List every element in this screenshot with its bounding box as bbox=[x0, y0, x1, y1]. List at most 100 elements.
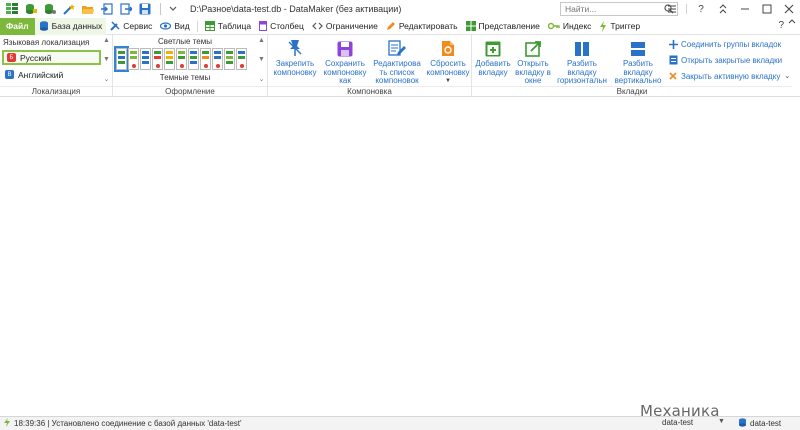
help-button[interactable]: ? bbox=[778, 20, 784, 31]
theme-swatch[interactable] bbox=[212, 48, 223, 70]
floppy-icon bbox=[337, 37, 353, 57]
ru-flag-icon: Б bbox=[7, 53, 16, 62]
minimize-button[interactable] bbox=[734, 0, 756, 18]
theme-swatch[interactable] bbox=[128, 48, 139, 70]
theme-swatch[interactable] bbox=[114, 46, 129, 72]
close-active-tab-button[interactable]: Закрыть активную вкладку ⌄ bbox=[668, 70, 790, 82]
tab-file[interactable]: Файл bbox=[0, 17, 35, 35]
chevron-down-icon[interactable]: ▼ bbox=[718, 418, 725, 425]
language-label: Русский bbox=[20, 52, 52, 63]
tab-column[interactable]: Столбец bbox=[255, 18, 308, 35]
button-label: Закрепить компоновку bbox=[273, 59, 317, 77]
tab-label: База данных bbox=[51, 21, 103, 31]
chevron-down-icon[interactable] bbox=[165, 2, 181, 16]
button-label: Добавить вкладку bbox=[475, 59, 511, 77]
tab-label: Столбец bbox=[270, 21, 304, 31]
open-window-icon bbox=[525, 37, 541, 57]
split-horizontal-icon bbox=[574, 37, 590, 57]
merge-tab-groups-button[interactable]: Соединить группы вкладок bbox=[668, 38, 781, 50]
tab-separator bbox=[196, 20, 198, 32]
tab-database[interactable]: База данных bbox=[34, 17, 107, 35]
language-russian[interactable]: Б Русский bbox=[2, 50, 101, 65]
table-icon bbox=[204, 21, 215, 31]
bolt-icon bbox=[599, 20, 607, 32]
tab-representation[interactable]: Представление bbox=[462, 18, 544, 35]
language-english[interactable]: B Английский bbox=[2, 67, 101, 82]
theme-swatch[interactable] bbox=[236, 48, 247, 70]
expand-icon[interactable]: ⌄ bbox=[104, 75, 110, 83]
database-selector[interactable]: data-test bbox=[662, 418, 693, 427]
chevron-down-icon[interactable]: ⌄ bbox=[784, 72, 790, 80]
scroll-up-icon[interactable]: ▲ bbox=[103, 37, 110, 44]
close-icon bbox=[668, 72, 678, 80]
group-label-layout: Компоновка bbox=[268, 86, 471, 97]
open-closed-tabs-button[interactable]: Открыть закрытые вкладки bbox=[668, 54, 782, 66]
database-icon bbox=[39, 21, 49, 31]
magic-wand-icon[interactable] bbox=[61, 2, 77, 16]
en-flag-icon: B bbox=[5, 70, 14, 79]
tab-view[interactable]: Вид bbox=[156, 18, 193, 35]
status-text: 18:39:36 | Установлено соединение с базо… bbox=[14, 419, 242, 428]
add-tab-button[interactable]: Добавить вкладку bbox=[474, 37, 512, 77]
pencil-icon bbox=[386, 21, 396, 31]
tab-index[interactable]: Индекс bbox=[544, 18, 596, 35]
chevron-down-icon[interactable]: ▼ bbox=[445, 78, 451, 84]
connection-status: data-test bbox=[738, 418, 781, 429]
save-layout-as-button[interactable]: Сохранить компоновку как bbox=[322, 37, 368, 86]
ribbon-options-icon[interactable] bbox=[661, 0, 683, 18]
status-message: 18:39:36 | Установлено соединение с базо… bbox=[4, 418, 242, 429]
app-menu-icon[interactable] bbox=[4, 2, 20, 16]
view-icon bbox=[465, 21, 476, 31]
theme-swatch[interactable] bbox=[188, 48, 199, 70]
tab-edit[interactable]: Редактировать bbox=[382, 18, 462, 35]
tab-label: Вид bbox=[174, 21, 190, 31]
search-input[interactable] bbox=[561, 3, 661, 15]
scroll-up-icon[interactable]: ▲ bbox=[258, 37, 265, 44]
theme-gallery-scroll[interactable]: ▲ ▼ ⌄ bbox=[257, 37, 266, 83]
language-list-scroll[interactable]: ▲ ▼ ⌄ bbox=[102, 37, 111, 83]
theme-swatch[interactable] bbox=[176, 48, 187, 70]
tab-trigger[interactable]: Триггер bbox=[595, 18, 644, 35]
theme-swatch[interactable] bbox=[140, 48, 151, 70]
theme-swatch[interactable] bbox=[164, 48, 175, 70]
tab-label: Редактировать bbox=[398, 21, 458, 31]
expand-icon[interactable]: ⌄ bbox=[259, 75, 265, 83]
tab-label: Сервис bbox=[123, 21, 153, 31]
open-tab-in-window-button[interactable]: Открыть вкладку в окне bbox=[514, 37, 552, 86]
open-folder-icon[interactable] bbox=[80, 2, 96, 16]
button-label: Соединить группы вкладок bbox=[681, 39, 782, 49]
tab-table[interactable]: Таблица bbox=[201, 18, 255, 35]
theme-swatch[interactable] bbox=[152, 48, 163, 70]
window-controls: ? bbox=[661, 0, 800, 18]
close-button[interactable] bbox=[778, 0, 800, 18]
workspace bbox=[0, 97, 800, 416]
group-layout: Закрепить компоновку Сохранить компоновк… bbox=[268, 35, 472, 97]
reset-icon bbox=[441, 37, 455, 57]
reset-layout-button[interactable]: Сбросить компоновку ▼ bbox=[426, 37, 470, 84]
pin-layout-button[interactable]: Закрепить компоновку bbox=[270, 37, 320, 77]
language-label: Английский bbox=[18, 69, 64, 80]
theme-swatch[interactable] bbox=[200, 48, 211, 70]
tab-label: Индекс bbox=[562, 21, 592, 31]
export-icon[interactable] bbox=[118, 2, 134, 16]
constraint-icon bbox=[312, 22, 323, 30]
maximize-button[interactable] bbox=[756, 0, 778, 18]
tab-service[interactable]: Сервис bbox=[106, 18, 156, 35]
tab-constraint[interactable]: Ограничение bbox=[308, 18, 382, 35]
split-tab-horizontal-button[interactable]: Разбить вкладку горизонтальн bbox=[554, 37, 610, 86]
save-icon[interactable] bbox=[137, 2, 153, 16]
window-title: D:\Разное\data-test.db - DataMaker (без … bbox=[190, 4, 402, 14]
scroll-down-icon[interactable]: ▼ bbox=[258, 56, 265, 63]
group-label-tabs: Вкладки bbox=[472, 86, 792, 97]
pin-ribbon-icon[interactable] bbox=[788, 18, 796, 28]
scroll-down-icon[interactable]: ▼ bbox=[103, 56, 110, 63]
collapse-ribbon-icon[interactable] bbox=[712, 0, 734, 18]
new-database-icon[interactable] bbox=[23, 2, 39, 16]
button-label: Редактирова ть список компоновок bbox=[373, 59, 421, 85]
split-tab-vertical-button[interactable]: Разбить вкладку вертикально bbox=[612, 37, 664, 86]
database-settings-icon[interactable] bbox=[42, 2, 58, 16]
help-icon[interactable]: ? bbox=[690, 0, 712, 18]
theme-swatch[interactable] bbox=[224, 48, 235, 70]
import-icon[interactable] bbox=[99, 2, 115, 16]
edit-layout-list-button[interactable]: Редактирова ть список компоновок bbox=[370, 37, 424, 86]
